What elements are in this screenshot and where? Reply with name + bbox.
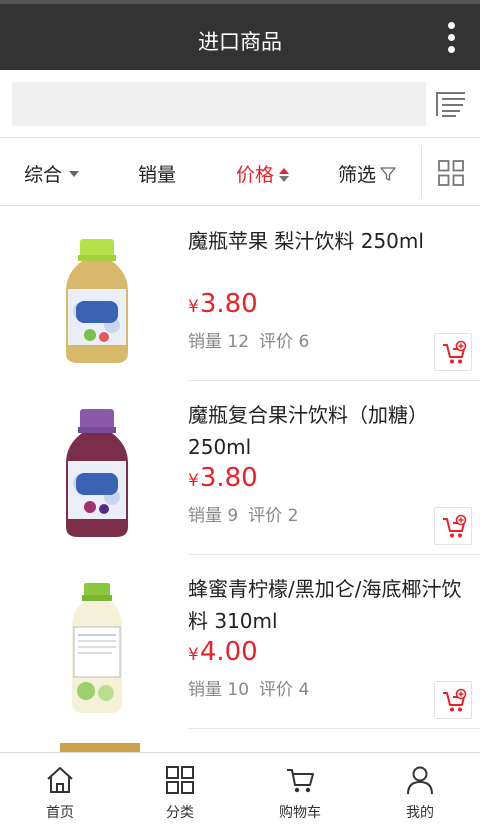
nav-category[interactable]: 分类 bbox=[120, 753, 240, 826]
price-value: 3.80 bbox=[199, 289, 258, 319]
sort-price[interactable]: 价格 bbox=[236, 160, 290, 187]
add-cart-icon bbox=[443, 514, 467, 538]
price-value: 3.80 bbox=[199, 463, 258, 493]
search-input[interactable] bbox=[12, 82, 426, 126]
sales-count: 销量 10 bbox=[188, 680, 250, 700]
review-count: 评价 4 bbox=[259, 680, 310, 700]
currency-symbol: ¥ bbox=[188, 471, 199, 491]
nav-cart-label: 购物车 bbox=[279, 805, 321, 821]
product-image bbox=[60, 743, 140, 752]
add-cart-icon bbox=[443, 340, 467, 364]
product-price: ¥3.80 bbox=[188, 289, 258, 319]
bottom-nav: 首页 分类 购物车 我的 bbox=[0, 752, 480, 826]
home-icon bbox=[47, 767, 73, 793]
product-item[interactable]: 魔瓶苹果 梨汁饮料 250ml ¥3.80 销量 12 评价 6 bbox=[0, 207, 480, 381]
review-count: 评价 2 bbox=[248, 506, 299, 526]
product-title: 魔瓶复合果汁饮料（加糖）250ml bbox=[188, 403, 428, 459]
sort-price-label: 价格 bbox=[236, 164, 275, 186]
product-item[interactable] bbox=[0, 729, 480, 752]
sort-comprehensive-label: 综合 bbox=[24, 164, 63, 186]
add-to-cart-button[interactable] bbox=[434, 333, 472, 371]
sort-order-icon bbox=[279, 168, 290, 182]
sort-divider bbox=[421, 146, 422, 198]
sort-comprehensive[interactable]: 综合 bbox=[24, 160, 80, 187]
product-title: 魔瓶苹果 梨汁饮料 250ml bbox=[188, 229, 424, 253]
product-title: 蜂蜜青柠檬/黑加仑/海底椰汁饮料 310ml bbox=[188, 577, 462, 633]
product-image bbox=[66, 239, 128, 363]
list-view-icon[interactable] bbox=[436, 90, 466, 118]
nav-profile-label: 我的 bbox=[406, 805, 434, 821]
chevron-down-icon bbox=[69, 171, 80, 177]
page-title: 进口商品 bbox=[198, 30, 282, 54]
sort-bar: 综合 销量 价格 筛选 bbox=[0, 138, 480, 206]
nav-home-label: 首页 bbox=[46, 805, 74, 821]
search-bar bbox=[0, 70, 480, 138]
product-price: ¥3.80 bbox=[188, 463, 258, 493]
sort-sales-label: 销量 bbox=[138, 164, 177, 186]
sort-sales[interactable]: 销量 bbox=[138, 160, 176, 187]
product-meta: 销量 10 评价 4 bbox=[188, 675, 319, 700]
product-image bbox=[72, 583, 122, 713]
product-item[interactable]: 蜂蜜青柠檬/黑加仑/海底椰汁饮料 310ml ¥4.00 销量 10 评价 4 bbox=[0, 555, 480, 729]
product-price: ¥4.00 bbox=[188, 637, 258, 667]
sales-count: 销量 12 bbox=[188, 332, 250, 352]
review-count: 评价 6 bbox=[259, 332, 310, 352]
add-to-cart-button[interactable] bbox=[434, 507, 472, 545]
product-item[interactable]: 魔瓶复合果汁饮料（加糖）250ml ¥3.80 销量 9 评价 2 bbox=[0, 381, 480, 555]
nav-home[interactable]: 首页 bbox=[0, 753, 120, 826]
funnel-icon bbox=[380, 167, 396, 181]
filter-button[interactable]: 筛选 bbox=[338, 160, 396, 187]
product-meta: 销量 9 评价 2 bbox=[188, 501, 308, 526]
price-value: 4.00 bbox=[199, 637, 258, 667]
sales-count: 销量 9 bbox=[188, 506, 239, 526]
user-icon bbox=[407, 766, 433, 795]
nav-category-label: 分类 bbox=[166, 805, 194, 821]
add-cart-icon bbox=[443, 688, 467, 712]
nav-profile[interactable]: 我的 bbox=[360, 753, 480, 826]
add-to-cart-button[interactable] bbox=[434, 681, 472, 719]
currency-symbol: ¥ bbox=[188, 645, 199, 665]
product-meta: 销量 12 评价 6 bbox=[188, 327, 319, 352]
product-image bbox=[66, 409, 128, 537]
filter-label: 筛选 bbox=[338, 164, 377, 186]
nav-cart[interactable]: 购物车 bbox=[240, 753, 360, 826]
cart-icon bbox=[287, 769, 314, 793]
top-bar: 进口商品 bbox=[0, 0, 480, 70]
category-icon bbox=[166, 766, 194, 794]
currency-symbol: ¥ bbox=[188, 297, 199, 317]
more-menu-icon[interactable] bbox=[446, 22, 456, 56]
grid-view-icon[interactable] bbox=[438, 160, 464, 186]
